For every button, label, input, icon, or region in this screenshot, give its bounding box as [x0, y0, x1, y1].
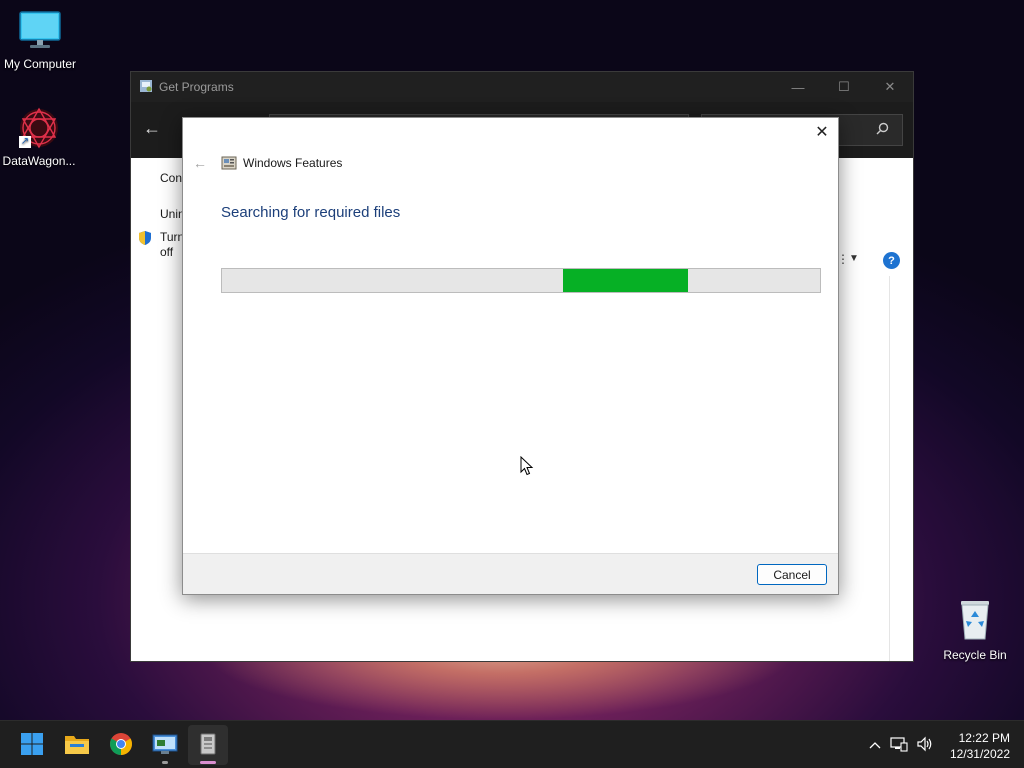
help-button[interactable]: ? — [883, 252, 900, 269]
volume-icon[interactable] — [912, 736, 938, 755]
recycle-bin-icon — [935, 597, 1015, 644]
sidebar-link-uninstall[interactable]: Unin — [160, 207, 185, 221]
windows-features-icon — [198, 732, 218, 759]
dialog-footer: Cancel — [183, 553, 838, 594]
mouse-cursor-icon — [520, 455, 534, 479]
windows-features-dialog: ✕ ← Windows Features Searching for requi… — [182, 117, 839, 595]
taskbar: 12:22 PM 12/31/2022 — [0, 720, 1024, 768]
progress-bar — [221, 268, 821, 293]
shield-icon — [137, 230, 153, 249]
system-tray — [864, 721, 938, 768]
dialog-title: Windows Features — [243, 156, 343, 170]
desktop-icon-label: Recycle Bin — [943, 648, 1007, 662]
windows-features-icon — [221, 155, 237, 171]
desktop-icon-my-computer[interactable]: My Computer — [0, 10, 80, 71]
close-button[interactable]: ✕ — [867, 72, 913, 102]
taskbar-control-panel[interactable] — [145, 725, 185, 765]
desktop-icon-label: My Computer — [3, 57, 77, 71]
desktop-icon-recycle-bin[interactable]: Recycle Bin — [935, 597, 1015, 662]
control-panel-icon — [139, 79, 153, 96]
window-title: Get Programs — [159, 80, 234, 94]
back-arrow-icon: ← — [193, 155, 207, 171]
dialog-heading: Searching for required files — [221, 204, 401, 221]
desktop-icon-label: DataWagon... — [2, 154, 76, 168]
taskbar-file-explorer[interactable] — [57, 725, 97, 765]
control-panel-icon — [152, 733, 178, 758]
maximize-button[interactable]: ☐ — [821, 72, 867, 102]
chevron-down-icon[interactable]: ▼ — [849, 253, 859, 264]
running-indicator — [162, 761, 168, 764]
desktop-icon-datawagon[interactable]: ↗ DataWagon... — [0, 106, 79, 168]
window-titlebar[interactable]: Get Programs — ☐ ✕ — [131, 72, 913, 102]
close-icon[interactable]: ✕ — [814, 124, 830, 141]
sidebar-link-turn-features[interactable]: Turn — [160, 230, 184, 244]
taskbar-clock[interactable]: 12:22 PM 12/31/2022 — [950, 730, 1010, 762]
back-arrow-icon[interactable]: ← — [143, 118, 161, 139]
monitor-icon — [0, 10, 80, 53]
taskbar-windows-features[interactable] — [188, 725, 228, 765]
clock-date: 12/31/2022 — [949, 747, 1010, 761]
file-explorer-icon — [64, 733, 90, 758]
clock-time: 12:22 PM — [958, 731, 1010, 745]
start-button[interactable] — [12, 725, 52, 765]
start-icon — [20, 732, 44, 759]
network-icon[interactable] — [886, 736, 912, 755]
chrome-icon — [109, 732, 133, 759]
active-indicator — [200, 761, 216, 764]
chevron-up-icon[interactable] — [864, 738, 886, 752]
minimize-button[interactable]: — — [775, 72, 821, 102]
cancel-button[interactable]: Cancel — [757, 564, 827, 585]
scrollbar-track[interactable] — [889, 276, 890, 661]
search-icon[interactable] — [876, 122, 889, 138]
sidebar-link-turn-features-off[interactable]: off — [160, 245, 173, 259]
datawagon-icon: ↗ — [17, 106, 61, 150]
progress-bar-fill — [562, 269, 689, 292]
shortcut-arrow-icon: ↗ — [19, 136, 31, 148]
taskbar-chrome[interactable] — [101, 725, 141, 765]
